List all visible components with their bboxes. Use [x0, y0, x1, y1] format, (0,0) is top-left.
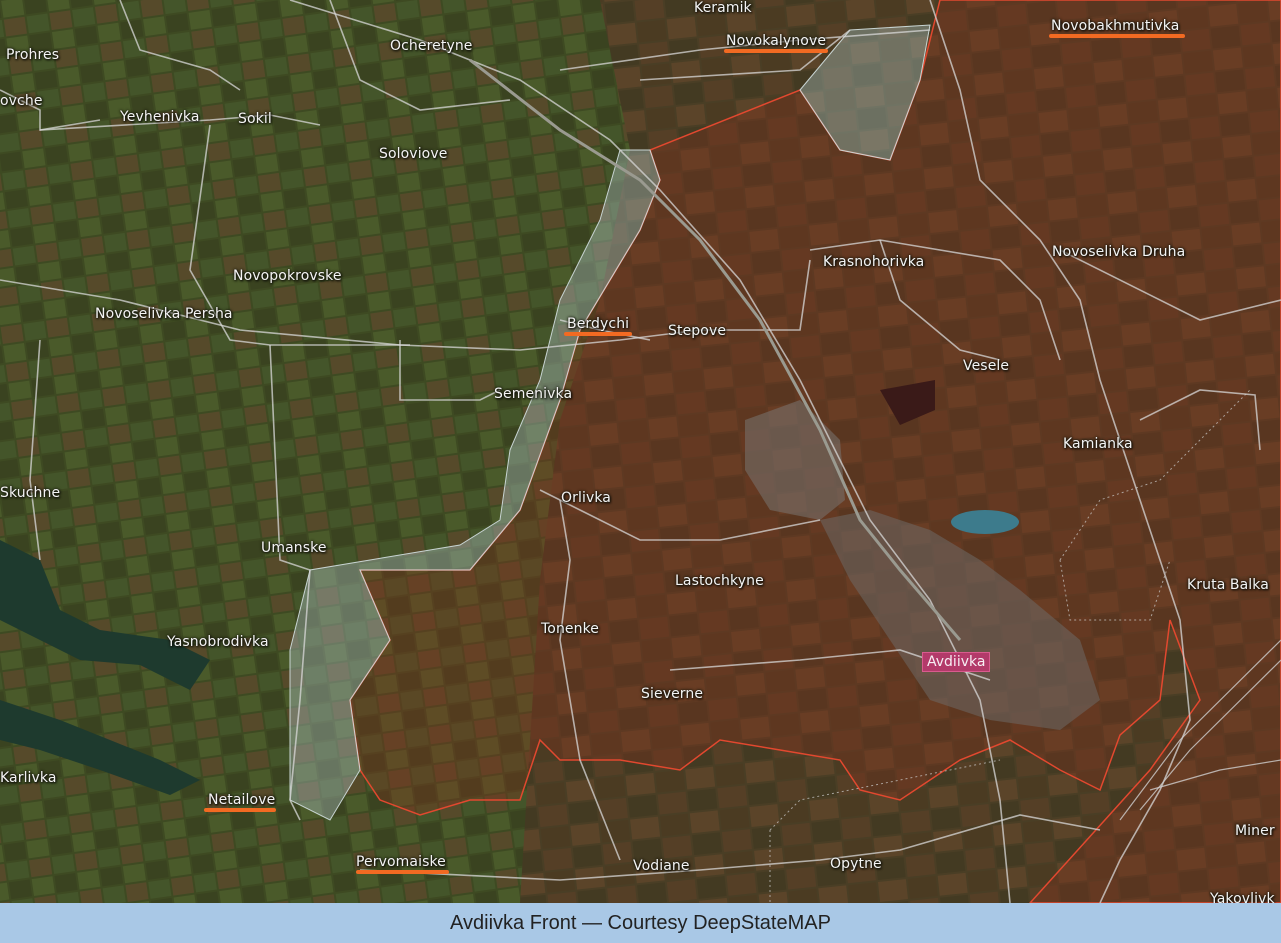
label-semenivka: Semenivka [494, 386, 573, 402]
label-orlivka: Orlivka [561, 490, 611, 506]
label-kamianka: Kamianka [1063, 436, 1133, 452]
highlight-berdychi [564, 332, 632, 336]
label-lastochkyne: Lastochkyne [675, 573, 764, 589]
highlight-netailove [204, 808, 276, 812]
highlight-novobakhmutivka [1049, 34, 1185, 38]
label-stepove: Stepove [668, 323, 727, 339]
label-soloviove: Soloviove [379, 146, 448, 162]
label-novopokrovske: Novopokrovske [233, 268, 342, 284]
label-opytne: Opytne [830, 856, 882, 872]
label-skuchne: Skuchne [0, 485, 61, 501]
pond-icon [951, 510, 1019, 534]
label-miner: Miner [1235, 823, 1275, 839]
label-vodiane: Vodiane [633, 858, 690, 874]
label-ovche: ovche [0, 93, 43, 109]
label-novoselivka-persha: Novoselivka Persha [95, 306, 233, 322]
highlight-pervomaiske [356, 870, 449, 874]
label-sieverne: Sieverne [641, 686, 704, 702]
label-keramik: Keramik [694, 0, 752, 16]
map-view[interactable]: Keramik Novokalynove Novobakhmutivka Pro… [0, 0, 1281, 903]
label-kruta-balka: Kruta Balka [1187, 577, 1269, 593]
label-novoselivka-druha: Novoselivka Druha [1052, 244, 1186, 260]
label-umanske: Umanske [261, 540, 327, 556]
label-tonenke: Tonenke [541, 621, 600, 637]
label-ocheretyne: Ocheretyne [390, 38, 473, 54]
label-yevhenivka: Yevhenivka [120, 109, 200, 125]
city-badge-avdiivka[interactable]: Avdiivka [922, 652, 991, 672]
label-yakovlivka: Yakovlivk [1210, 891, 1275, 903]
label-karlivka: Karlivka [0, 770, 57, 786]
label-vesele: Vesele [963, 358, 1010, 374]
map-caption: Avdiivka Front — Courtesy DeepStateMAP [0, 903, 1281, 943]
label-prohres: Prohres [6, 47, 60, 63]
label-sokil: Sokil [238, 111, 272, 127]
highlight-novokalynove [724, 49, 828, 53]
label-krasnohorivka: Krasnohorivka [823, 254, 925, 270]
label-yasnobrodivka: Yasnobrodivka [167, 634, 269, 650]
